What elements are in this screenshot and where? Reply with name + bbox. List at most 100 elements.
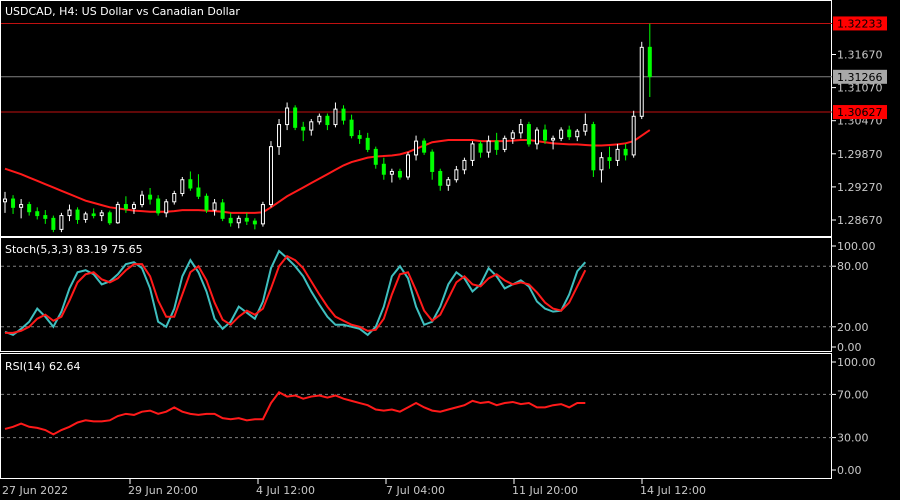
candle-body — [83, 213, 88, 220]
candle-body — [575, 130, 580, 138]
candle-body — [526, 124, 531, 145]
candle-body — [35, 211, 40, 217]
candle-body — [309, 121, 314, 131]
candle-body — [518, 124, 523, 134]
candle-body — [220, 202, 225, 219]
candle-body — [534, 129, 539, 145]
time-label-4: 11 Jul 20:00 — [512, 484, 578, 497]
candle-body — [317, 115, 322, 123]
candle-body — [131, 204, 136, 209]
candle-body — [647, 46, 652, 78]
candle-body — [11, 198, 16, 208]
candle-78 — [631, 110, 636, 158]
candle-25 — [204, 193, 209, 213]
chart-canvas: 1.316701.310701.304701.298701.292701.286… — [0, 0, 900, 500]
candle-body — [599, 157, 604, 171]
candle-body — [27, 204, 32, 213]
candle-6 — [51, 215, 56, 233]
candle-body — [188, 179, 193, 189]
candle-body — [422, 140, 427, 153]
candle-body — [140, 194, 145, 206]
candle-body — [107, 212, 112, 224]
main-panel-title: USDCAD, H4: US Dollar vs Canadian Dollar — [5, 5, 240, 18]
candle-body — [51, 217, 56, 230]
time-label-2: 4 Jul 12:00 — [256, 484, 315, 497]
candle-body — [567, 129, 572, 138]
price-tick-5: 1.28670 — [837, 214, 883, 227]
candle-body — [494, 140, 499, 150]
price-tag-1: 1.31266 — [837, 71, 883, 84]
candle-body — [43, 215, 48, 219]
candle-body — [357, 135, 362, 139]
candle-body — [406, 154, 410, 178]
candle-body — [583, 124, 588, 132]
candle-body — [551, 137, 556, 141]
stoch-tick-3: 0.00 — [837, 341, 862, 354]
price-tag-2: 1.30627 — [837, 106, 883, 119]
candle-32 — [260, 201, 265, 227]
candle-body — [510, 132, 515, 139]
candle-body — [438, 170, 443, 186]
candle-body — [333, 108, 338, 126]
candle-body — [301, 126, 306, 131]
candle-body — [462, 159, 467, 171]
candle-body — [285, 107, 290, 126]
candle-body — [365, 137, 370, 150]
candle-62 — [502, 135, 507, 153]
stoch-tick-0: 100.00 — [837, 240, 876, 253]
candle-36 — [293, 105, 298, 131]
candle-50 — [406, 152, 410, 180]
candle-52 — [422, 138, 427, 155]
candle-79 — [639, 41, 644, 120]
candle-body — [99, 212, 104, 217]
candle-body — [639, 46, 644, 117]
candle-body — [228, 217, 233, 224]
candle-body — [293, 107, 298, 128]
time-label-0: 27 Jun 2022 — [2, 484, 68, 497]
candle-body — [373, 148, 378, 165]
candle-body — [156, 198, 161, 214]
candle-body — [381, 163, 386, 175]
candle-body — [389, 170, 394, 175]
candle-body — [148, 194, 153, 200]
candle-body — [75, 209, 80, 220]
candle-body — [478, 143, 483, 153]
candle-body — [260, 204, 265, 225]
rsi-tick-2: 30.00 — [837, 432, 869, 445]
candle-body — [268, 146, 273, 206]
time-label-3: 7 Jul 04:00 — [386, 484, 445, 497]
candle-body — [559, 129, 564, 139]
candle-body — [414, 140, 419, 156]
candle-body — [212, 202, 217, 211]
candle-body — [252, 220, 257, 225]
candle-body — [615, 148, 620, 161]
candle-body — [470, 143, 475, 161]
candle-body — [236, 217, 241, 224]
stoch-panel-label: Stoch(5,3,3) 83.19 75.65 — [5, 243, 143, 256]
candle-body — [349, 119, 354, 137]
candle-body — [543, 129, 548, 141]
candle-body — [591, 124, 596, 171]
stoch-tick-1: 80.00 — [837, 260, 869, 273]
candle-body — [204, 195, 209, 211]
candle-body — [172, 193, 177, 203]
price-tick-0: 1.31670 — [837, 49, 883, 62]
candle-body — [325, 115, 330, 126]
stoch-tick-2: 20.00 — [837, 321, 869, 334]
candle-body — [19, 204, 24, 208]
price-tick-3: 1.29870 — [837, 148, 883, 161]
candle-14 — [115, 201, 120, 224]
rsi-panel-label: RSI(14) 62.64 — [5, 360, 80, 373]
candle-body — [59, 215, 64, 230]
price-tick-4: 1.29270 — [837, 181, 883, 194]
candle-body — [486, 140, 491, 153]
candle-body — [277, 124, 282, 148]
candle-body — [454, 169, 459, 181]
candle-body — [196, 187, 201, 197]
time-label-1: 29 Jun 20:00 — [128, 484, 198, 497]
candle-body — [607, 157, 612, 161]
candle-22 — [180, 176, 185, 197]
candle-7 — [59, 212, 64, 233]
rsi-tick-1: 70.00 — [837, 388, 869, 401]
candle-body — [631, 115, 636, 156]
